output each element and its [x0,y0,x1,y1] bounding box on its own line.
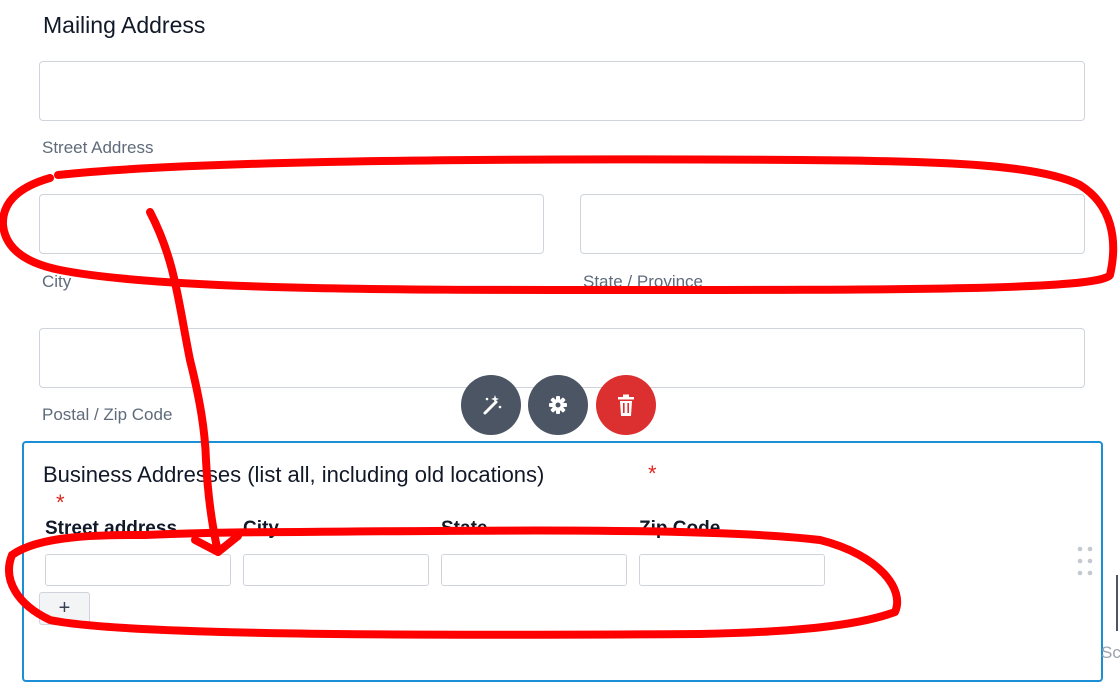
street-address-input[interactable] [39,61,1085,121]
drag-handle-icon[interactable] [1076,545,1096,581]
magic-wand-button[interactable] [461,375,521,435]
state-province-input[interactable] [580,194,1085,254]
business-addresses-title: Business Addresses (list all, including … [43,462,545,487]
required-mark: * [648,461,657,486]
city-label: City [42,272,72,291]
postal-zip-label: Postal / Zip Code [42,405,173,424]
column-header-state: State [441,518,488,539]
street-cell-input[interactable] [45,554,231,586]
mailing-address-title: Mailing Address [43,12,206,38]
zip-cell-input[interactable] [639,554,825,586]
side-panel-edge [1116,575,1120,631]
state-province-label: State / Province [583,272,704,291]
column-header-city: City [243,518,279,539]
magic-wand-icon [483,395,502,415]
trash-icon [618,394,634,416]
city-input[interactable] [39,194,544,254]
city-cell-input[interactable] [243,554,429,586]
delete-button[interactable] [596,375,656,435]
add-row-button[interactable]: + [39,592,90,625]
street-address-label: Street Address [42,138,154,157]
column-required-mark: * [56,490,65,515]
form-builder-canvas: Mailing Address Street Address City Stat… [0,0,1120,697]
side-panel-text: Sc [1101,643,1120,662]
column-header-street: Street address [45,518,178,539]
gear-icon [549,396,567,414]
state-cell-input[interactable] [441,554,627,586]
settings-button[interactable] [528,375,588,435]
column-header-zip: Zip Code [639,518,721,539]
